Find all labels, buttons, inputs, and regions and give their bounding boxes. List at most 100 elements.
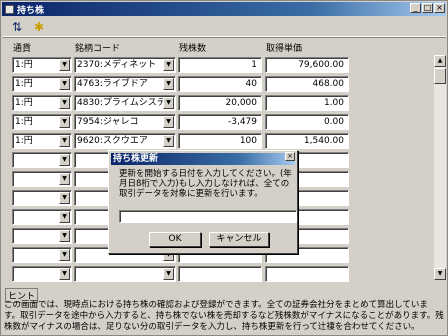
- chevron-down-icon[interactable]: ▼: [59, 116, 70, 128]
- shares-field-value: -3,479: [227, 117, 257, 127]
- code-select[interactable]: 2370:メディネット ▼: [74, 57, 176, 73]
- price-field[interactable]: 1.00: [265, 95, 349, 111]
- price-field-value: 468.00: [312, 79, 345, 89]
- sparkle-icon[interactable]: ✱: [31, 19, 47, 35]
- close-button[interactable]: ×: [434, 3, 445, 13]
- shares-field[interactable]: 100: [178, 133, 262, 149]
- code-select[interactable]: 4830:プライムシステム ▼: [74, 95, 176, 111]
- scroll-up-icon[interactable]: ▲: [434, 55, 446, 67]
- dialog-close-button[interactable]: ×: [285, 152, 295, 161]
- table-row: ▼▼: [1, 266, 441, 285]
- chevron-down-icon[interactable]: ▼: [59, 59, 70, 71]
- shares-field-value: 20,000: [225, 98, 258, 108]
- currency-select[interactable]: ▼: [12, 266, 72, 282]
- code-select[interactable]: 9620:スクウエア ▼: [74, 133, 176, 149]
- chevron-down-icon[interactable]: ▼: [59, 135, 70, 147]
- chevron-down-icon[interactable]: ▼: [59, 97, 70, 109]
- currency-select[interactable]: 1:円 ▼: [12, 95, 72, 111]
- chevron-down-icon[interactable]: ▼: [163, 78, 174, 90]
- shares-field[interactable]: 1: [178, 57, 262, 73]
- header-code: 銘柄コード: [75, 44, 121, 54]
- chevron-down-icon[interactable]: ▼: [59, 173, 70, 185]
- code-select-value: 4830:プライムシステム: [77, 98, 175, 108]
- price-field-value: 0.00: [323, 117, 344, 127]
- chevron-down-icon[interactable]: ▼: [59, 211, 70, 223]
- chevron-down-icon[interactable]: ▼: [59, 268, 70, 280]
- code-select[interactable]: ▼: [74, 266, 176, 282]
- currency-select[interactable]: 1:円 ▼: [12, 114, 72, 130]
- currency-select-value: 1:円: [15, 60, 33, 70]
- currency-select[interactable]: ▼: [12, 152, 72, 168]
- dialog-message: 更新を開始する日付を入力してください。(年月日8桁で入力)もし入力しなければ、全…: [119, 169, 292, 199]
- dialog-title: 持ち株更新: [111, 153, 295, 165]
- currency-select[interactable]: 1:円 ▼: [12, 76, 72, 92]
- sort-icon[interactable]: ⇅: [9, 19, 25, 35]
- chevron-down-icon[interactable]: ▼: [59, 249, 70, 261]
- currency-select[interactable]: ▼: [12, 247, 72, 263]
- currency-select[interactable]: 1:円 ▼: [12, 133, 72, 149]
- vertical-scrollbar[interactable]: ▲ ▼: [434, 55, 446, 280]
- price-field[interactable]: 0.00: [265, 114, 349, 130]
- code-select-value: 9620:スクウエア: [77, 136, 148, 146]
- chevron-down-icon[interactable]: ▼: [163, 268, 174, 280]
- shares-field-value: 1: [251, 60, 257, 70]
- price-field[interactable]: [265, 266, 349, 282]
- currency-select[interactable]: ▼: [12, 209, 72, 225]
- ok-button[interactable]: OK: [149, 232, 201, 247]
- header-shares: 残株数: [179, 44, 207, 54]
- code-select-value: 7954:ジャレコ: [77, 117, 139, 127]
- chevron-down-icon[interactable]: ▼: [163, 116, 174, 128]
- shares-field[interactable]: 20,000: [178, 95, 262, 111]
- currency-select-value: 1:円: [15, 117, 33, 127]
- chevron-down-icon[interactable]: ▼: [59, 230, 70, 242]
- maximize-button[interactable]: □: [422, 3, 433, 13]
- chevron-down-icon[interactable]: ▼: [59, 154, 70, 166]
- price-field[interactable]: 1,540.00: [265, 133, 349, 149]
- currency-select-value: 1:円: [15, 98, 33, 108]
- chevron-down-icon[interactable]: ▼: [163, 59, 174, 71]
- scroll-thumb[interactable]: [434, 68, 446, 84]
- column-headers: 通貨 銘柄コード 残株数 取得単価: [1, 41, 448, 55]
- currency-select-value: 1:円: [15, 136, 33, 146]
- chevron-down-icon[interactable]: ▼: [59, 78, 70, 90]
- price-field-value: 79,600.00: [298, 60, 344, 70]
- toolbar: ⇅ ✱: [3, 17, 446, 37]
- table-row: 1:円 ▼ 7954:ジャレコ ▼ -3,479 0.00: [1, 114, 441, 133]
- currency-select-value: 1:円: [15, 79, 33, 89]
- price-field[interactable]: 79,600.00: [265, 57, 349, 73]
- code-select[interactable]: 7954:ジャレコ ▼: [74, 114, 176, 130]
- update-dialog: 持ち株更新 × 更新を開始する日付を入力してください。(年月日8桁で入力)もし入…: [108, 150, 298, 254]
- shares-field-value: 40: [245, 79, 257, 89]
- currency-select[interactable]: 1:円 ▼: [12, 57, 72, 73]
- title-bar: 持ち株: [2, 2, 446, 16]
- header-price: 取得単価: [266, 44, 303, 54]
- holdings-window: 持ち株 _ □ × ⇅ ✱ 通貨 銘柄コード 残株数 取得単価 1:円 ▼ 2370…: [0, 0, 448, 336]
- shares-field[interactable]: -3,479: [178, 114, 262, 130]
- scroll-down-icon[interactable]: ▼: [434, 268, 446, 280]
- header-currency: 通貨: [13, 44, 32, 54]
- shares-field-value: 100: [239, 136, 257, 146]
- code-select[interactable]: 4763:ライブドア ▼: [74, 76, 176, 92]
- code-select-value: 4763:ライブドア: [77, 79, 148, 89]
- chevron-down-icon[interactable]: ▼: [163, 97, 174, 109]
- hint-text: この画面では、現時点における持ち株の確認および登録ができます。全ての証券会社分を…: [4, 300, 444, 332]
- code-select-value: 2370:メディネット: [77, 60, 157, 70]
- minimize-button[interactable]: _: [410, 3, 421, 13]
- table-row: 1:円 ▼ 4763:ライブドア ▼ 40 468.00: [1, 76, 441, 95]
- table-row: 1:円 ▼ 4830:プライムシステム ▼ 20,000 1.00: [1, 95, 441, 114]
- shares-field[interactable]: 40: [178, 76, 262, 92]
- cancel-button[interactable]: キャンセル: [209, 232, 269, 247]
- price-field-value: 1,540.00: [303, 136, 344, 146]
- app-icon: [5, 4, 14, 14]
- price-field[interactable]: 468.00: [265, 76, 349, 92]
- price-field-value: 1.00: [323, 98, 344, 108]
- date-input[interactable]: [119, 210, 297, 223]
- currency-select[interactable]: ▼: [12, 228, 72, 244]
- window-title: 持ち株: [17, 5, 45, 16]
- currency-select[interactable]: ▼: [12, 190, 72, 206]
- chevron-down-icon[interactable]: ▼: [163, 135, 174, 147]
- table-row: 1:円 ▼ 2370:メディネット ▼ 1 79,600.00: [1, 57, 441, 76]
- chevron-down-icon[interactable]: ▼: [59, 192, 70, 204]
- currency-select[interactable]: ▼: [12, 171, 72, 187]
- shares-field[interactable]: [178, 266, 262, 282]
